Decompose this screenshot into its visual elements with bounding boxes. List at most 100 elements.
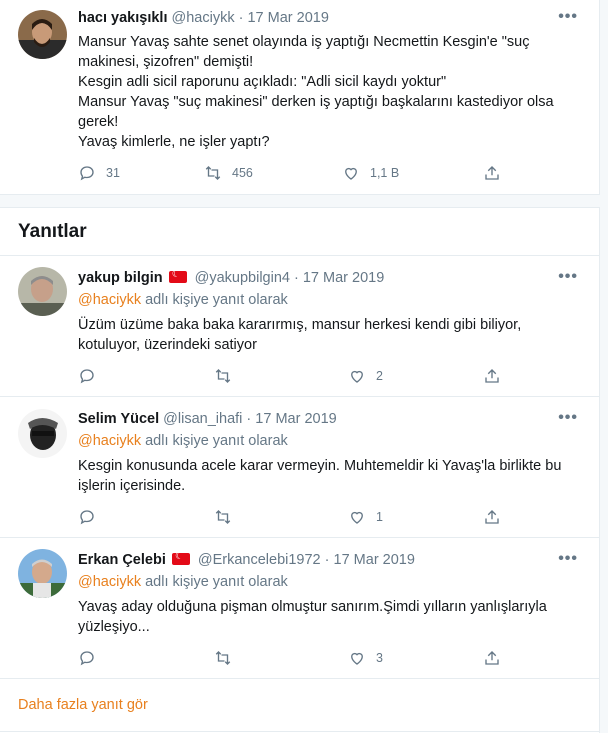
retweet-button[interactable]	[214, 366, 232, 386]
section-divider	[0, 194, 600, 208]
like-count: 1	[376, 510, 383, 524]
author-name[interactable]: yakup bilgin	[78, 270, 163, 286]
author-handle[interactable]: @haciykk	[172, 10, 235, 26]
like-button[interactable]: 3	[348, 648, 383, 668]
like-icon	[351, 511, 363, 524]
mention-link[interactable]: @haciykk	[78, 433, 141, 449]
retweet-button[interactable]	[214, 507, 232, 527]
retweet-count: 456	[232, 166, 253, 180]
author-handle[interactable]: @yakupbilgin4	[195, 270, 290, 286]
like-count: 3	[376, 651, 383, 665]
share-button[interactable]	[483, 507, 501, 527]
more-icon[interactable]: •••	[558, 8, 578, 26]
reply-icon	[80, 510, 94, 525]
retweet-button[interactable]	[214, 648, 232, 668]
tweet-line: Üzüm üzüme baka baka kararırmış, mansur …	[78, 317, 522, 333]
more-icon[interactable]: •••	[558, 550, 578, 568]
divider	[0, 678, 600, 679]
tweet-line: Kesgin konusunda acele karar vermeyin. M…	[78, 458, 562, 474]
author-handle[interactable]: @Erkancelebi1972	[198, 552, 321, 568]
author-name[interactable]: hacı yakışıklı	[78, 10, 167, 26]
turkey-flag-icon	[171, 551, 190, 565]
tweet-line: Yavaş kimlerle, ne işler yaptı?	[78, 134, 270, 150]
more-replies-link[interactable]: Daha fazla yanıt gör	[18, 697, 148, 713]
reply-button[interactable]	[78, 507, 96, 527]
tweet-line: makinesi, şizofren" demişti!	[78, 54, 254, 70]
reply-to-text: adlı kişiye yanıt olarak	[145, 574, 288, 590]
author-handle[interactable]: @lisan_ihafi	[163, 411, 242, 427]
mention-link[interactable]: @haciykk	[78, 292, 141, 308]
retweet-icon	[205, 166, 221, 180]
retweet-icon	[215, 651, 231, 665]
reply-icon	[80, 166, 94, 181]
avatar[interactable]	[18, 10, 67, 59]
replies-heading: Yanıtlar	[18, 221, 87, 242]
like-count: 2	[376, 369, 383, 383]
reply-to-line: @haciykk adlı kişiye yanıt olarak	[78, 574, 288, 590]
avatar[interactable]	[18, 409, 67, 458]
reply-tweet[interactable]: Selim Yücel @lisan_ihafi · 17 Mar 2019 •…	[0, 397, 600, 537]
reply-tweet[interactable]: Erkan Çelebi @Erkancelebi1972 · 17 Mar 2…	[0, 538, 600, 678]
tweet-date[interactable]: 17 Mar 2019	[255, 411, 336, 427]
share-icon	[485, 510, 499, 524]
tweet-date[interactable]: 17 Mar 2019	[247, 10, 328, 26]
scrollbar-track[interactable]	[599, 0, 608, 733]
reply-button[interactable]: 31	[78, 163, 120, 183]
like-button[interactable]: 1	[348, 507, 383, 527]
author-name[interactable]: Selim Yücel	[78, 411, 159, 427]
tweet-text: Yavaş aday olduğuna pişman olmuştur sanı…	[78, 597, 578, 637]
like-count: 1,1 B	[370, 166, 400, 180]
tweet-header: Selim Yücel @lisan_ihafi · 17 Mar 2019	[78, 411, 337, 427]
mention-link[interactable]: @haciykk	[78, 574, 141, 590]
tweet-header: Erkan Çelebi @Erkancelebi1972 · 17 Mar 2…	[78, 551, 415, 568]
tweet-line: kotuluyor, üzerindeki satiyor	[78, 337, 257, 353]
retweet-icon	[215, 369, 231, 383]
avatar[interactable]	[18, 267, 67, 316]
retweet-icon	[215, 510, 231, 524]
tweet-date[interactable]: 17 Mar 2019	[334, 552, 415, 568]
avatar[interactable]	[18, 549, 67, 598]
reply-button[interactable]	[78, 648, 96, 668]
tweet-line: Kesgin adli sicil raporunu açıkladı: "Ad…	[78, 74, 447, 90]
tweet-line: gerek!	[78, 114, 119, 130]
share-button[interactable]	[483, 163, 501, 183]
more-icon[interactable]: •••	[558, 409, 578, 427]
main-tweet[interactable]: hacı yakışıklı @haciykk · 17 Mar 2019 ••…	[0, 0, 600, 194]
tweet-header: yakup bilgin @yakupbilgin4 · 17 Mar 2019	[78, 269, 384, 286]
like-button[interactable]: 2	[348, 366, 383, 386]
tweet-actions: 3	[78, 648, 508, 668]
reply-tweet[interactable]: yakup bilgin @yakupbilgin4 · 17 Mar 2019…	[0, 256, 600, 396]
tweet-line: işlerin içerisinde.	[78, 478, 186, 494]
share-button[interactable]	[483, 648, 501, 668]
reply-icon	[80, 369, 94, 384]
reply-to-text: adlı kişiye yanıt olarak	[145, 433, 288, 449]
like-button[interactable]: 1,1 B	[342, 163, 399, 183]
reply-to-text: adlı kişiye yanıt olarak	[145, 292, 288, 308]
tweet-line: Mansur Yavaş "suç makinesi" derken iş ya…	[78, 94, 554, 110]
share-button[interactable]	[483, 366, 501, 386]
like-icon	[345, 167, 357, 180]
tweet-text: Kesgin konusunda acele karar vermeyin. M…	[78, 456, 578, 496]
turkey-flag-icon	[168, 269, 187, 283]
more-icon[interactable]: •••	[558, 268, 578, 286]
tweet-line: yüzleşiyo...	[78, 619, 150, 635]
tweet-line: Yavaş aday olduğuna pişman olmuştur sanı…	[78, 599, 547, 615]
author-name[interactable]: Erkan Çelebi	[78, 552, 166, 568]
reply-button[interactable]	[78, 366, 96, 386]
divider	[0, 731, 600, 732]
share-icon	[485, 166, 499, 180]
tweet-line: Mansur Yavaş sahte senet olayında iş yap…	[78, 34, 530, 50]
reply-count: 31	[106, 166, 120, 180]
tweet-actions: 1	[78, 507, 508, 527]
tweet-text: Üzüm üzüme baka baka kararırmış, mansur …	[78, 315, 578, 355]
like-icon	[351, 652, 363, 665]
share-icon	[485, 651, 499, 665]
tweet-actions: 31 456 1,1 B	[78, 163, 508, 183]
tweet-header: hacı yakışıklı @haciykk · 17 Mar 2019	[78, 10, 329, 26]
tweet-date[interactable]: 17 Mar 2019	[303, 270, 384, 286]
reply-to-line: @haciykk adlı kişiye yanıt olarak	[78, 433, 288, 449]
retweet-button[interactable]: 456	[204, 163, 253, 183]
tweet-text: Mansur Yavaş sahte senet olayında iş yap…	[78, 32, 578, 152]
reply-icon	[80, 651, 94, 666]
share-icon	[485, 369, 499, 383]
